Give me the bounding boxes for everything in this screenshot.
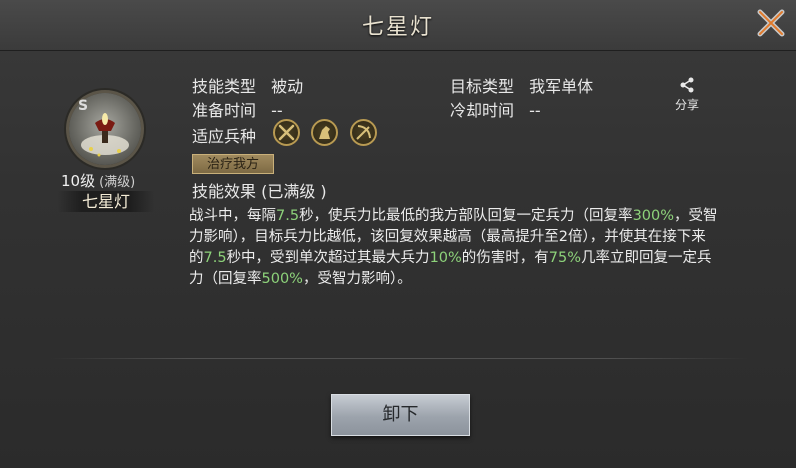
- skill-type-label: 技能类型: [192, 77, 257, 96]
- skill-rank-badge: S: [78, 98, 89, 114]
- desc-text: 战斗中，每隔: [189, 208, 276, 224]
- desc-highlight: 75%: [548, 250, 582, 266]
- cooldown-label: 冷却时间: [450, 101, 515, 120]
- share-button[interactable]: 分享: [670, 76, 704, 113]
- effect-description: 战斗中，每隔7.5秒，使兵力比最低的我方部队回复一定兵力（回复率300%，受智力…: [189, 206, 719, 290]
- cooldown-value: --: [529, 101, 541, 120]
- unequip-button[interactable]: 卸下: [331, 394, 470, 436]
- desc-highlight: 10%: [429, 250, 462, 266]
- spear-icon: [273, 119, 300, 146]
- target-type-label: 目标类型: [450, 77, 515, 96]
- cavalry-icon: [311, 119, 338, 146]
- archer-icon: [350, 119, 377, 146]
- skill-tag: 治疗我方: [192, 154, 274, 174]
- desc-text: ，受智力影响）。: [302, 271, 412, 287]
- divider: [48, 358, 750, 359]
- prep-time-label: 准备时间: [192, 101, 257, 120]
- target-type-row: 目标类型 我军单体: [450, 73, 593, 97]
- target-type-value: 我军单体: [529, 77, 594, 96]
- panel-header: 七星灯: [0, 0, 796, 51]
- skill-level: 10级 (满级): [61, 170, 135, 191]
- skill-level-note: (满级): [99, 175, 136, 190]
- desc-highlight: 7.5: [276, 208, 300, 224]
- desc-highlight: 300%: [632, 208, 675, 224]
- share-icon: [680, 77, 694, 93]
- desc-highlight: 7.5: [203, 250, 227, 266]
- skill-level-value: 10级: [61, 172, 96, 190]
- prep-time-value: --: [271, 101, 283, 120]
- cooldown-row: 冷却时间 --: [450, 97, 541, 121]
- skill-detail-panel: 七星灯 S 10级 (满级) 七星灯 技能类型 被动 目标类型 我军单体 准备时间…: [0, 0, 796, 468]
- desc-text: 秒中，受到单次超过其最大兵力: [226, 250, 430, 266]
- desc-highlight: 500%: [261, 271, 303, 287]
- prep-time-row: 准备时间 --: [192, 97, 283, 121]
- desc-text: 的伤害时，有: [461, 250, 549, 266]
- share-label: 分享: [674, 98, 699, 112]
- page-title: 七星灯: [361, 15, 434, 40]
- effect-title: 技能效果 (已满级 ): [192, 182, 327, 201]
- skill-type-value: 被动: [271, 77, 304, 96]
- skill-name: 七星灯: [58, 191, 154, 212]
- close-button[interactable]: [754, 6, 788, 40]
- troops-label: 适应兵种: [192, 127, 257, 146]
- desc-text: 秒，使兵力比最低的我方部队回复一定兵力（回复率: [299, 208, 633, 224]
- skill-type-row: 技能类型 被动: [192, 73, 303, 97]
- close-icon: [757, 9, 785, 37]
